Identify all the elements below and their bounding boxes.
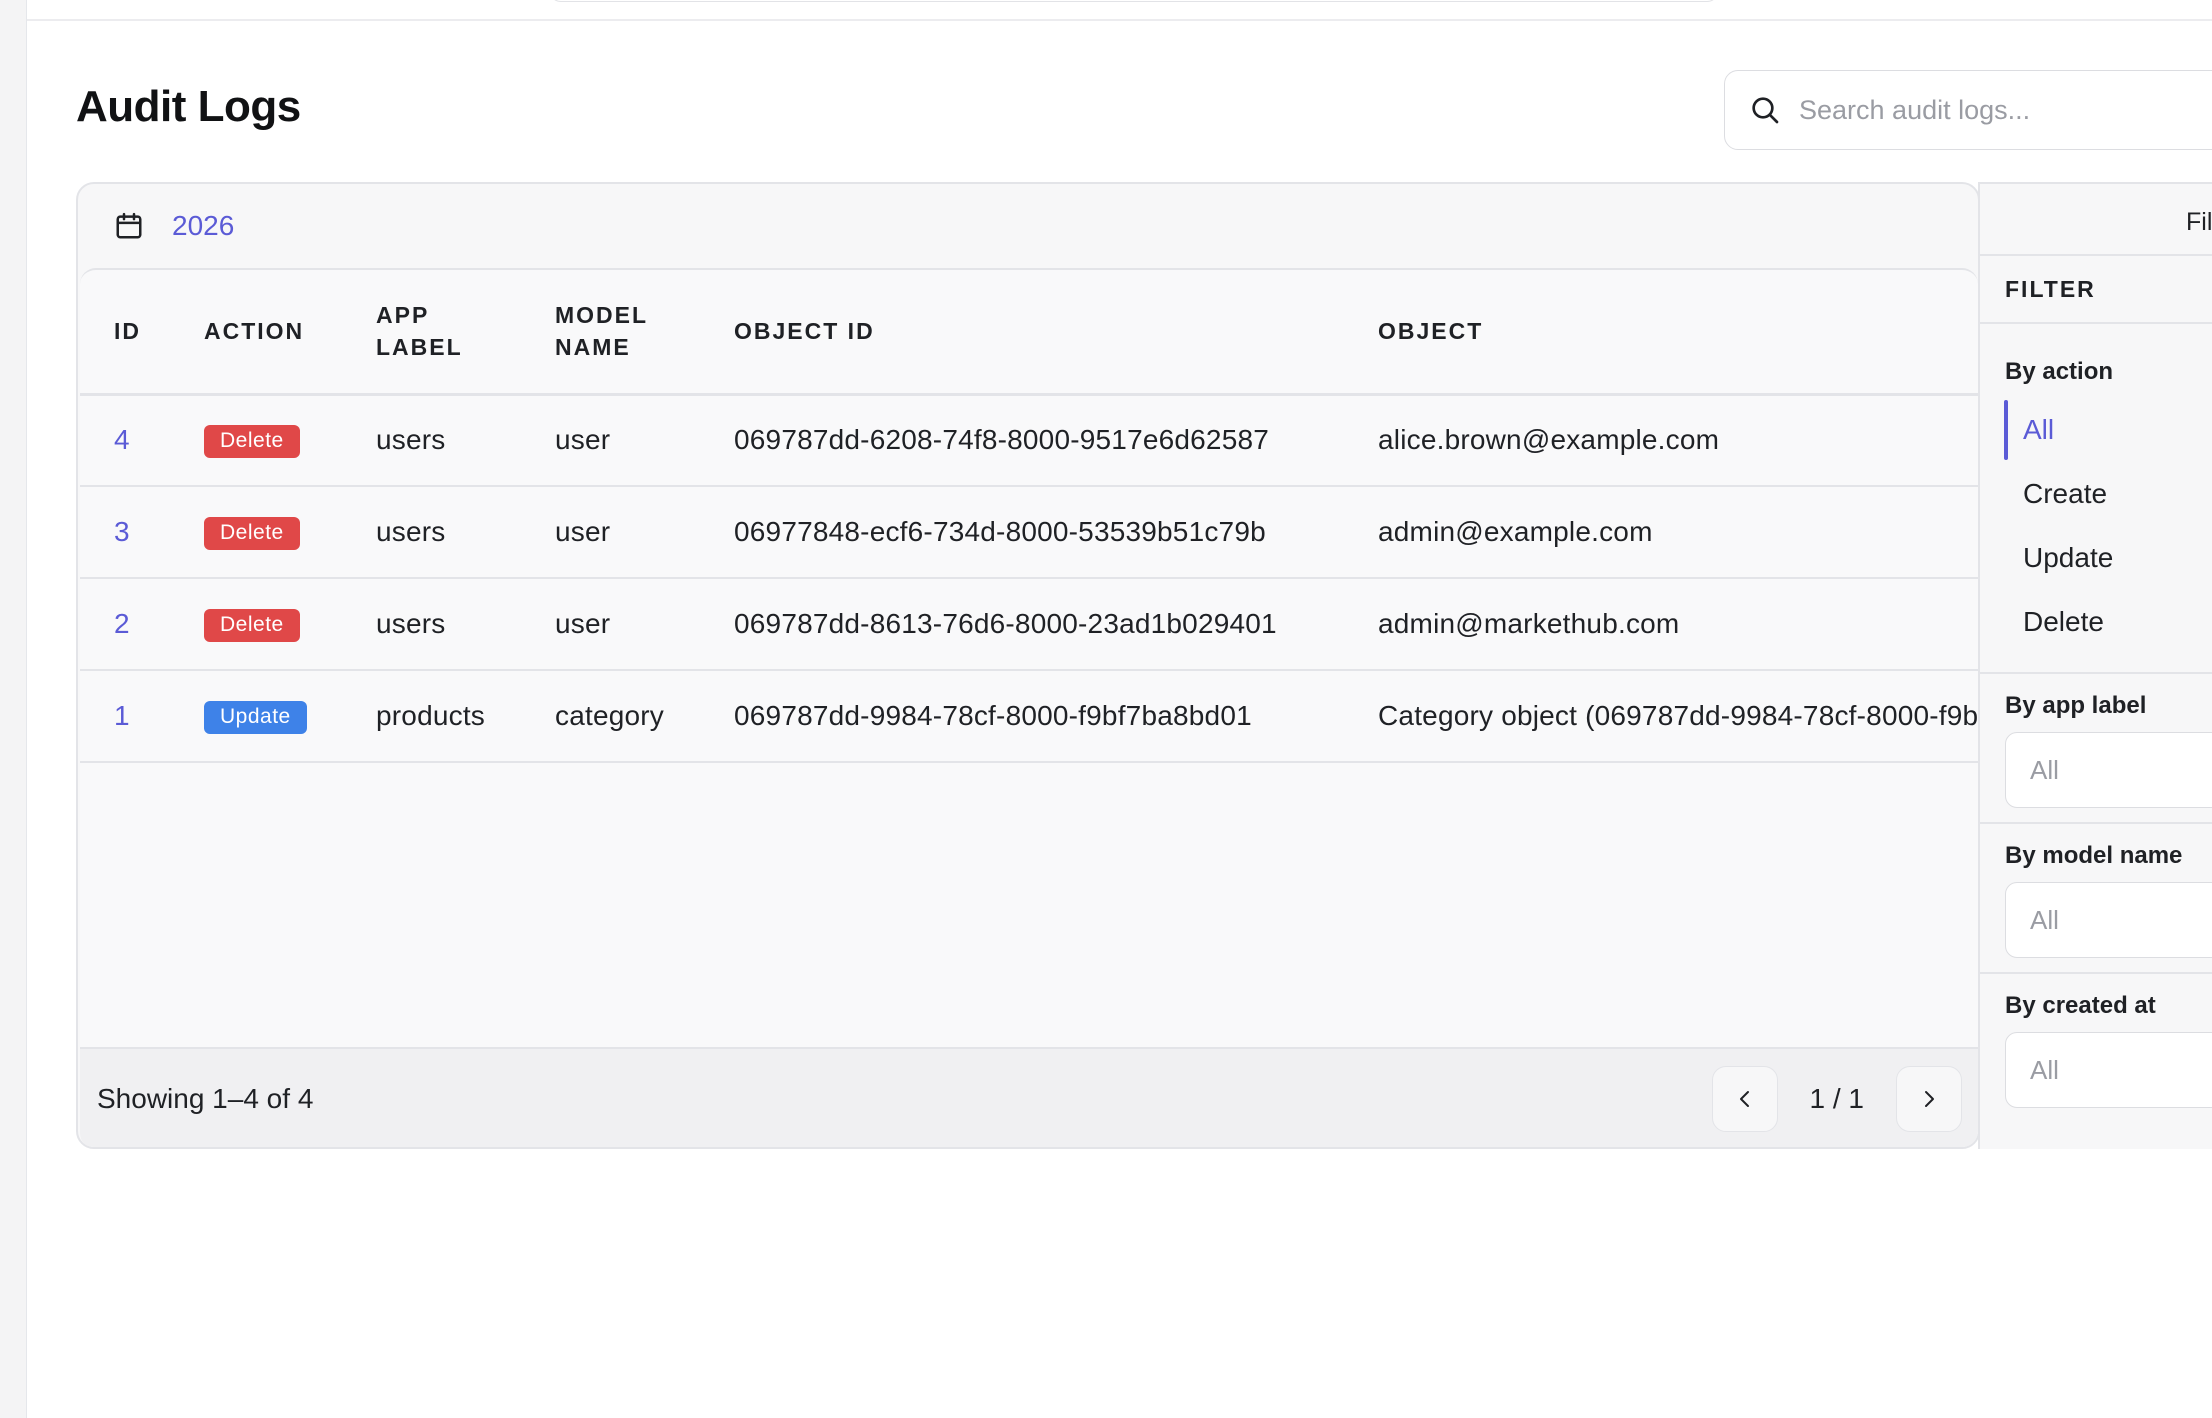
filter-by-action-label: By action (2005, 358, 2114, 385)
table-row[interactable]: 3 Delete users user 06977848-ecf6-734d-8… (80, 486, 1978, 579)
filter-model-name-select[interactable]: All (2005, 882, 2212, 958)
column-header-app-label-line2: LABEL (376, 334, 463, 361)
table-header-row: ID ACTION APP LABEL MODEL NAME OBJECT ID O… (80, 270, 1978, 396)
cell-object: admin@example.com (1378, 486, 1978, 579)
cell-model-name: user (555, 578, 734, 671)
table-row[interactable]: 1 Update products category 069787dd-9984… (80, 670, 1978, 763)
filter-action-delete[interactable]: Delete (1980, 590, 2212, 654)
pagination-footer: Showing 1–4 of 4 1 / 1 (80, 1047, 1978, 1147)
filter-panel-header-text[interactable]: Fil (2186, 208, 2212, 237)
table-row[interactable]: 4 Delete users user 069787dd-6208-74f8-8… (80, 394, 1978, 487)
top-search-pill[interactable] (549, 0, 1719, 2)
left-rail (0, 0, 27, 1418)
next-page-button[interactable] (1896, 1066, 1962, 1132)
cell-object-id: 06977848-ecf6-734d-8000-53539b51c79b (734, 486, 1378, 579)
filter-panel: Fil FILTER By action All Create Update D… (1978, 182, 2212, 1149)
cell-object: Category object (069787dd-9984-78cf-8000… (1378, 670, 1978, 763)
cell-object-id: 069787dd-8613-76d6-8000-23ad1b029401 (734, 578, 1378, 671)
row-id-link[interactable]: 2 (114, 608, 130, 639)
top-bar (27, 0, 2212, 21)
cell-model-name: category (555, 670, 734, 763)
filter-by-created-at-label: By created at (2005, 992, 2156, 1019)
filter-created-at-select[interactable]: All (2005, 1032, 2212, 1108)
cell-object: admin@markethub.com (1378, 578, 1978, 671)
column-header-action[interactable]: ACTION (204, 270, 376, 396)
action-badge: Delete (204, 609, 300, 642)
filter-by-app-label-label: By app label (2005, 692, 2147, 719)
column-header-object-id[interactable]: OBJECT ID (734, 270, 1378, 396)
column-header-app-label-line1: APP (376, 302, 430, 329)
column-header-model-name[interactable]: MODEL NAME (555, 270, 734, 396)
cell-app-label: users (376, 486, 555, 579)
cell-app-label: users (376, 394, 555, 487)
results-table-container: ID ACTION APP LABEL MODEL NAME OBJECT ID O… (80, 268, 1978, 1147)
search-box[interactable] (1724, 70, 2212, 150)
filter-panel-header: Fil (1980, 184, 2212, 256)
calendar-icon (112, 209, 146, 243)
cell-object: alice.brown@example.com (1378, 394, 1978, 487)
table-row[interactable]: 2 Delete users user 069787dd-8613-76d6-8… (80, 578, 1978, 671)
filter-title: FILTER (1980, 256, 2212, 324)
action-badge: Update (204, 701, 307, 734)
filter-action-update[interactable]: Update (1980, 526, 2212, 590)
page-indicator: 1 / 1 (1809, 1083, 1864, 1114)
date-year-link[interactable]: 2026 (172, 210, 234, 242)
cell-object-id: 069787dd-9984-78cf-8000-f9bf7ba8bd01 (734, 670, 1378, 763)
filter-app-label-select[interactable]: All (2005, 732, 2212, 808)
filter-action-all[interactable]: All (1980, 398, 2212, 462)
column-header-id[interactable]: ID (80, 270, 204, 396)
row-id-link[interactable]: 3 (114, 516, 130, 547)
date-hierarchy-bar: 2026 (78, 184, 1978, 268)
page-title: Audit Logs (76, 82, 301, 131)
filter-action-create[interactable]: Create (1980, 462, 2212, 526)
results-table: ID ACTION APP LABEL MODEL NAME OBJECT ID O… (80, 270, 1978, 763)
results-count: Showing 1–4 of 4 (97, 1083, 314, 1114)
cell-model-name: user (555, 394, 734, 487)
action-badge: Delete (204, 425, 300, 459)
prev-page-button[interactable] (1711, 1066, 1778, 1132)
column-header-object[interactable]: OBJECT (1378, 270, 1978, 396)
chevron-left-icon (1739, 1091, 1749, 1107)
audit-log-card: 2026 ID ACTION APP LABEL MODEL NAME OBJECT… (76, 182, 1980, 1149)
pager: 1 / 1 (1711, 1066, 1962, 1132)
chevron-right-icon (1925, 1091, 1934, 1107)
column-header-app-label[interactable]: APP LABEL (376, 270, 555, 396)
cell-model-name: user (555, 486, 734, 579)
cell-app-label: products (376, 670, 555, 763)
column-header-model-name-line1: MODEL (555, 302, 649, 329)
filter-by-model-name-label: By model name (2005, 842, 2183, 869)
search-icon (1747, 92, 1783, 128)
search-input[interactable] (1799, 94, 2199, 126)
action-badge: Delete (204, 517, 300, 550)
cell-object-id: 069787dd-6208-74f8-8000-9517e6d62587 (734, 394, 1378, 487)
cell-app-label: users (376, 578, 555, 671)
row-id-link[interactable]: 1 (114, 700, 130, 731)
column-header-model-name-line2: NAME (555, 334, 631, 361)
row-id-link[interactable]: 4 (114, 424, 130, 455)
